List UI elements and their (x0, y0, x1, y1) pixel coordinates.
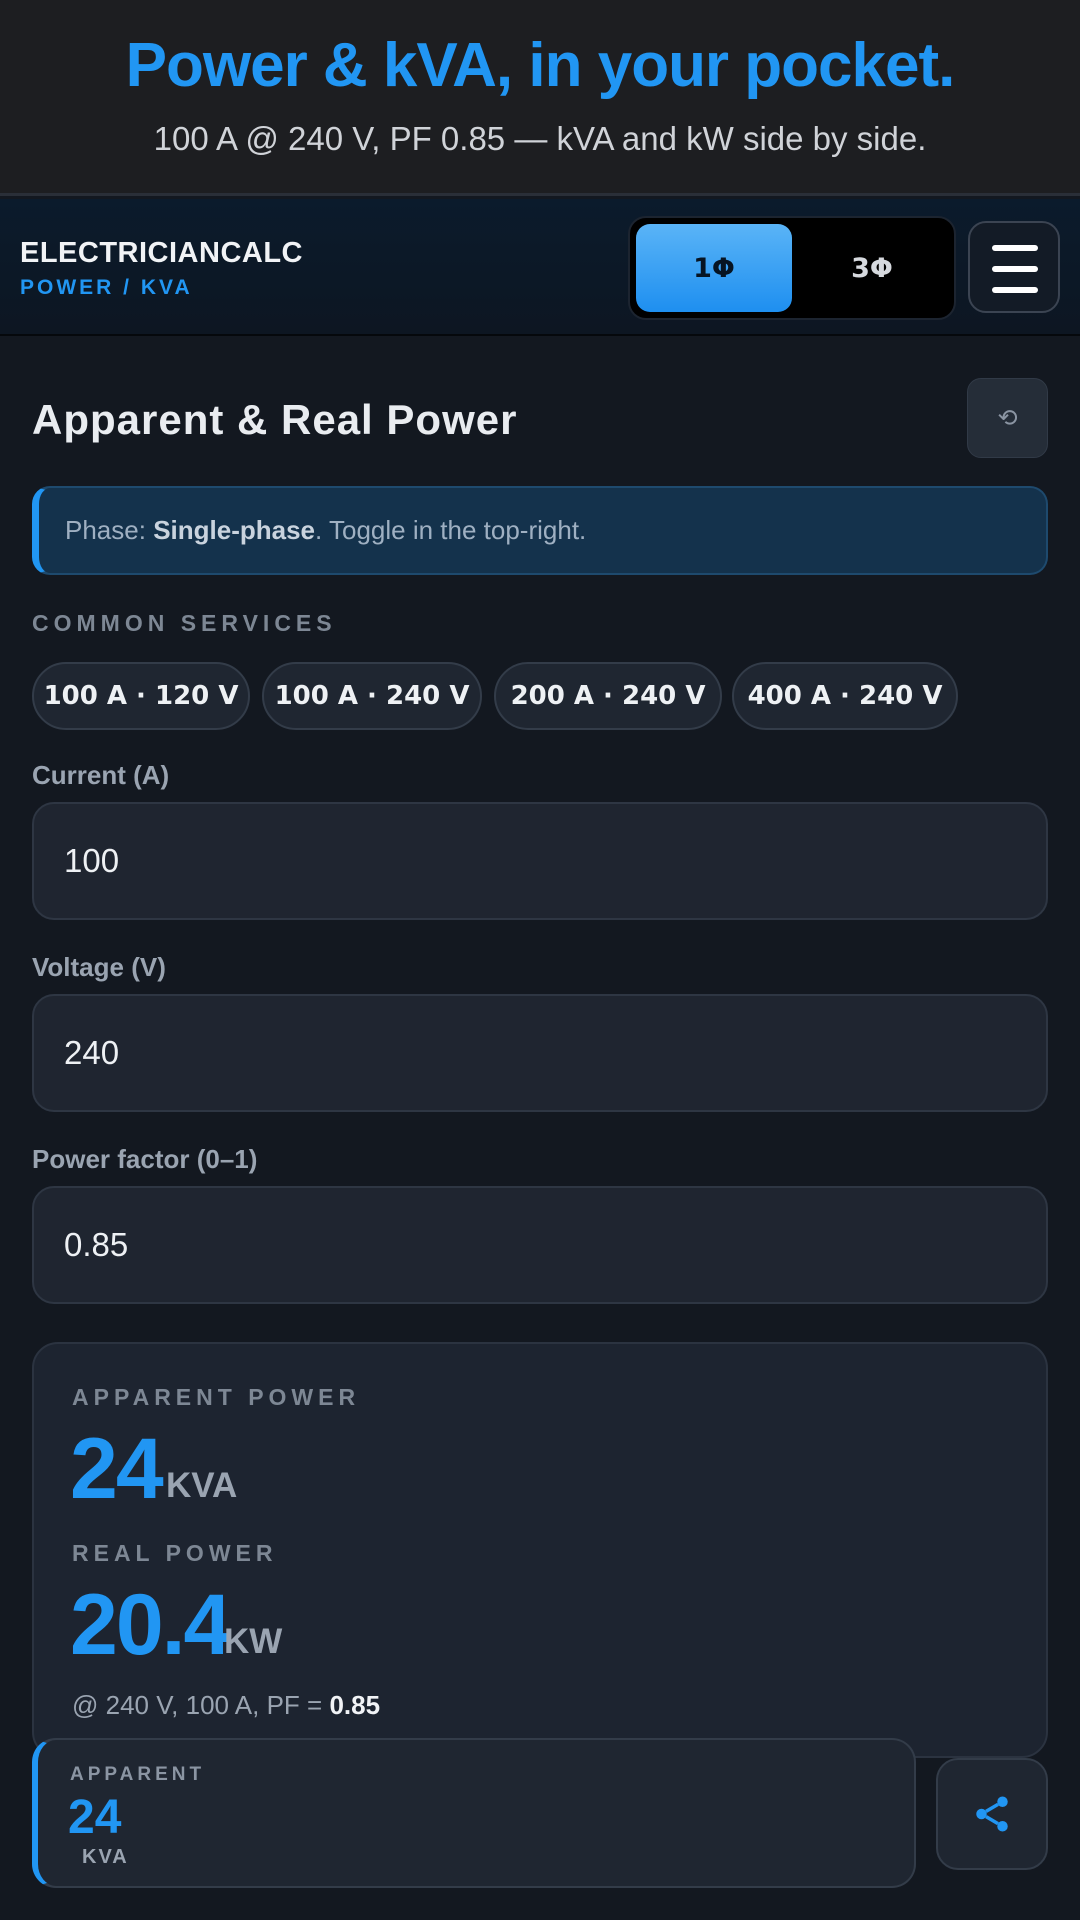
voltage-label: Voltage (V) (32, 952, 166, 982)
promo-banner: Power & kVA, in your pocket. 100 A @ 240… (0, 0, 1080, 196)
power-factor-input[interactable] (64, 1226, 1004, 1264)
service-chip-100a-120v[interactable]: 100 A · 120 V (32, 662, 250, 730)
brand-name: ELECTRICIANCALC (20, 237, 303, 269)
reset-icon: ⟲ (997, 404, 1018, 432)
services-label: COMMON SERVICES (32, 610, 337, 636)
info-prefix: Phase: (65, 515, 146, 545)
real-power-label: REAL POWER (72, 1540, 278, 1566)
real-power-value: 20.4 (70, 1577, 231, 1673)
sticky-unit: KVA (82, 1846, 129, 1868)
share-icon (976, 1796, 1008, 1832)
phase-toggle: 1Φ 3Φ (628, 216, 956, 320)
summary-prefix: @ 240 V, 100 A, PF = (72, 1690, 330, 1720)
sticky-value: 24 (68, 1791, 122, 1844)
reset-button[interactable]: ⟲ (967, 378, 1048, 458)
summary-pf: 0.85 (329, 1690, 381, 1720)
brand-subtitle: POWER / KVA (20, 276, 193, 299)
promo-subtitle: 100 A @ 240 V, PF 0.85 — kVA and kW side… (153, 120, 927, 157)
app-bar: ELECTRICIANCALC POWER / KVA 1Φ 3Φ (0, 199, 1080, 336)
promo-title: Power & kVA, in your pocket. (125, 31, 956, 100)
apparent-power-unit: KVA (166, 1466, 238, 1505)
phase-three-button[interactable]: 3Φ (794, 224, 950, 312)
current-input[interactable] (64, 842, 1004, 880)
menu-button[interactable] (968, 221, 1060, 313)
service-chip-100a-240v[interactable]: 100 A · 240 V (262, 662, 482, 730)
phase-single-button[interactable]: 1Φ (636, 224, 792, 312)
service-chip-200a-240v[interactable]: 200 A · 240 V (494, 662, 722, 730)
sticky-label: APPARENT (70, 1764, 206, 1785)
current-label: Current (A) (32, 760, 170, 790)
voltage-field (32, 994, 1048, 1112)
service-chip-400a-240v[interactable]: 400 A · 240 V (732, 662, 958, 730)
results-summary: @ 240 V, 100 A, PF = 0.85 (72, 1690, 380, 1721)
real-power-unit: KW (224, 1622, 283, 1661)
share-button[interactable] (936, 1758, 1048, 1870)
apparent-power-value: 24 (70, 1421, 164, 1517)
info-suffix: . Toggle in the top-right. (315, 515, 587, 545)
results-card: APPARENT POWER 24 KVA REAL POWER 20.4 KW… (32, 1342, 1048, 1758)
phase-info-box: Phase: Single-phase. Toggle in the top-r… (32, 486, 1048, 575)
apparent-power-label: APPARENT POWER (72, 1384, 361, 1410)
current-field (32, 802, 1048, 920)
info-phase: Single-phase (153, 515, 316, 545)
power-factor-label: Power factor (0–1) (32, 1144, 258, 1174)
power-factor-field (32, 1186, 1048, 1304)
section-title: Apparent & Real Power (32, 396, 518, 443)
voltage-input[interactable] (64, 1034, 1004, 1072)
sticky-summary: APPARENT 24 KVA (32, 1738, 916, 1888)
